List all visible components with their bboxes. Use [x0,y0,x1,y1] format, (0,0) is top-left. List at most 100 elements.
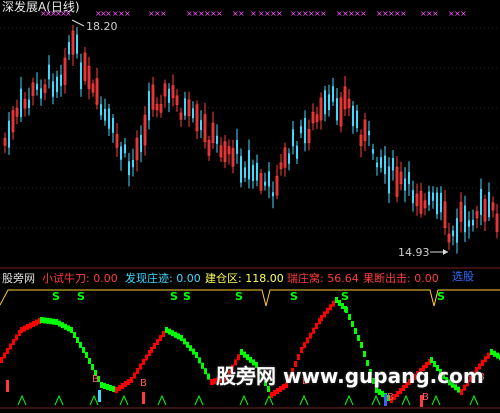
panel-name: 股旁网 [2,272,35,285]
oscillator-segment [23,325,26,332]
select-stock-link[interactable]: 选股 [452,270,474,283]
triangle-marker [119,394,129,406]
oscillator-segment [118,385,121,391]
triangle-marker [469,394,479,406]
oscillator-segment [332,300,335,307]
oscillator-segment [79,342,82,348]
oscillator-segment [103,383,106,389]
candle-body [240,156,242,183]
oscillator-segment [12,339,15,345]
oscillator-segment [52,318,55,325]
chart-canvas[interactable]: ×××××× ××× × × × × × × × × × × × × × × × × × × × × × × × × × × × × × × ×… [0,0,500,409]
oscillator-segment [35,319,38,326]
oscillator-segment [396,391,399,397]
oscillator-segment [192,348,195,355]
oscillator-segment [246,354,249,361]
oscillator-segment [315,323,318,329]
s-marker: S [235,290,243,303]
oscillator-segment [159,335,162,341]
indicator-value-3: 118.00 [245,272,284,285]
indicator-bar: 股旁网 小试牛刀: 0.00 发现庄迹: 0.00 建仓区: 118.00 瑞庄… [0,270,500,286]
candle-body [192,108,194,119]
s-marker: S [183,290,191,303]
oscillator-segment [9,343,12,350]
b-marker: B [422,392,429,403]
oscillator-segment [326,307,329,314]
candle-body [140,135,142,152]
candle-body [440,192,442,213]
x-marker: × [320,9,327,18]
oscillator-segment [64,323,67,330]
lower-indicator: S S S S S S S SB B BB BB [0,289,500,407]
triangle-marker [89,394,99,406]
oscillator-segment [171,330,174,337]
indicator-item-4: 瑞庄窝: 56.64 [287,270,359,286]
oscillator-segment [180,335,183,341]
signal-bar [420,395,423,407]
x-marker: × [124,9,131,18]
oscillator-segment [183,338,186,345]
oscillator-segment [237,354,240,361]
oscillator-segment [354,328,357,334]
low-pointer-arrow [443,249,448,255]
candle-body [412,190,414,204]
oscillator-segment [165,327,168,333]
candle-body [268,171,270,187]
oscillator-segment [156,339,159,345]
oscillator-segment [306,337,309,344]
oscillator-segment [106,384,109,390]
oscillator-segment [20,327,23,333]
s-marker: S [52,290,60,303]
oscillator-segment [145,354,148,361]
x-marker: × [105,9,112,18]
candle-body [28,99,30,108]
oscillator-segment [49,318,52,325]
oscillator-segment [3,352,6,359]
oscillator-segment [329,304,332,311]
candle-body [304,117,306,144]
oscillator-segment [210,379,213,385]
oscillator-segment [363,351,366,357]
oscillator-segment [341,303,344,309]
x-marker: × [238,9,245,18]
oscillator-segment [430,357,433,363]
oscillator-segment [297,354,300,360]
oscillator-segment [207,373,210,380]
oscillator-segment [88,358,91,364]
candle-body [236,140,238,154]
oscillator-segment [70,327,73,333]
oscillator-segment [130,377,133,383]
candle-body [336,98,338,121]
oscillator-segment [109,385,112,391]
indicator-label-2: 发现庄迹: [125,272,173,285]
candle-body [332,86,334,102]
candle-body [288,153,290,164]
b-marker: B [92,374,99,385]
candle-body [452,230,454,237]
oscillator-segment [40,317,43,323]
oscillator-segment [15,334,18,341]
oscillator-segment [139,363,142,370]
oscillator-segment [26,324,29,330]
oscillator-segment [177,333,180,340]
oscillator-segment [490,349,493,355]
candle-body [372,149,374,154]
candle-body [380,157,382,168]
indicator-item-2: 发现庄迹: 0.00 [125,270,201,286]
oscillator-segment [189,345,192,352]
oscillator-segment [0,357,3,363]
triangle-marker [371,394,381,406]
oscillator-segment [249,356,252,363]
indicator-value-5: 0.00 [414,272,439,285]
oscillator-segment [484,356,487,363]
x-marker: × [216,9,223,18]
candle-body [20,88,22,118]
indicator-item-1: 小试牛刀: 0.00 [42,270,118,286]
candle-body [216,135,218,144]
candle-body [60,74,62,86]
oscillator-segment [168,328,171,335]
candle-body [472,219,474,226]
chart-stage[interactable]: × × × × × × × × × × × × × × × × × × × × × × × × × × × × × × × × × × × × × × × ×… [0,0,500,409]
triangle-marker [431,394,441,406]
candle-body [108,108,110,129]
